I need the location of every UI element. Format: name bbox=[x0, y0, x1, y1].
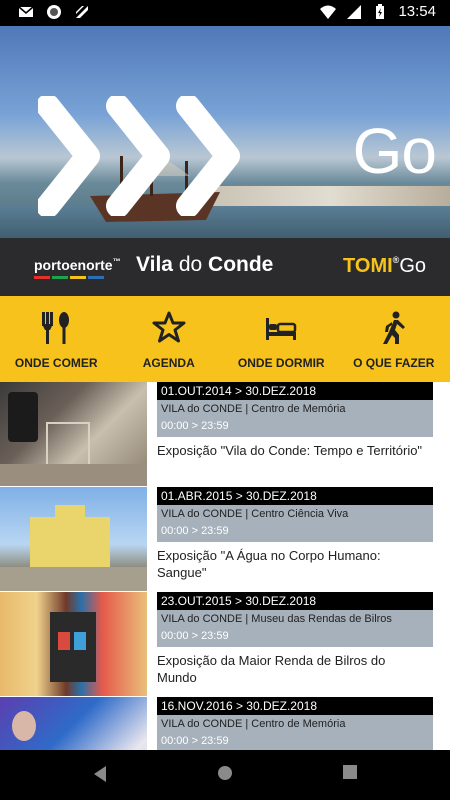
event-time: 00:00 > 23:59 bbox=[157, 629, 433, 647]
nav-onde-comer[interactable]: ONDE COMER bbox=[0, 296, 113, 382]
vila-do-conde-logo: Vila do Conde bbox=[136, 253, 274, 276]
event-item[interactable]: 01.OUT.2014 > 30.DEZ.2018 VILA do CONDE … bbox=[0, 382, 450, 487]
porto-norte-stripes bbox=[34, 276, 121, 279]
nav-label: O QUE FAZER bbox=[353, 356, 435, 370]
event-dates: 01.ABR.2015 > 30.DEZ.2018 bbox=[157, 487, 433, 505]
event-thumbnail bbox=[0, 487, 147, 591]
gmail-icon bbox=[18, 6, 34, 17]
event-item[interactable]: 01.ABR.2015 > 30.DEZ.2018 VILA do CONDE … bbox=[0, 487, 450, 592]
event-location: VILA do CONDE | Centro de Memória bbox=[157, 400, 433, 419]
fork-spoon-icon bbox=[42, 312, 70, 344]
nav-label: ONDE DORMIR bbox=[237, 356, 325, 370]
event-thumbnail bbox=[0, 697, 147, 750]
event-title: Exposição "A Água no Corpo Humano: Sangu… bbox=[157, 548, 381, 580]
event-item[interactable]: 23.OUT.2015 > 30.DEZ.2018 VILA do CONDE … bbox=[0, 592, 450, 697]
recents-icon[interactable] bbox=[343, 765, 357, 779]
event-time: 00:00 > 23:59 bbox=[157, 524, 433, 542]
clock: 13:54 bbox=[398, 3, 436, 20]
event-dates: 01.OUT.2014 > 30.DEZ.2018 bbox=[157, 382, 433, 400]
event-title: Exposição da Maior Renda de Bilros do Mu… bbox=[157, 653, 386, 685]
star-icon bbox=[152, 311, 186, 343]
porto-norte-logo: portoenorte™ bbox=[34, 257, 121, 279]
battery-icon bbox=[376, 3, 385, 19]
event-thumbnail bbox=[0, 592, 147, 696]
bed-icon bbox=[266, 318, 297, 340]
event-location: VILA do CONDE | Museu das Rendas de Bilr… bbox=[157, 610, 433, 629]
event-time: 00:00 > 23:59 bbox=[157, 419, 433, 437]
nav-o-que-fazer[interactable]: O QUE FAZER bbox=[338, 296, 450, 382]
nav-label: ONDE COMER bbox=[14, 356, 98, 370]
nav-onde-dormir[interactable]: ONDE DORMIR bbox=[225, 296, 338, 382]
circle-app-icon bbox=[47, 5, 61, 19]
back-icon[interactable] bbox=[92, 765, 108, 783]
category-nav: ONDE COMER AGENDA ONDE DORMIR O QUE FAZE… bbox=[0, 296, 450, 382]
go-logo-text: Go bbox=[352, 115, 437, 187]
tomi-go-logo: TOMI®Go bbox=[343, 255, 426, 277]
system-navigation-bar bbox=[0, 750, 450, 800]
event-item[interactable]: 16.NOV.2016 > 30.DEZ.2018 VILA do CONDE … bbox=[0, 697, 450, 750]
event-location: VILA do CONDE | Centro de Memória bbox=[157, 715, 433, 734]
event-location: VILA do CONDE | Centro Ciência Viva bbox=[157, 505, 433, 524]
status-bar: 13:54 bbox=[0, 0, 450, 26]
porto-norte-label: portoenorte bbox=[34, 257, 113, 273]
home-icon[interactable] bbox=[217, 765, 233, 781]
hero-banner: Go bbox=[0, 26, 450, 238]
brand-bar: portoenorte™ Vila do Conde TOMI®Go bbox=[0, 238, 450, 296]
event-title: Exposição "Vila do Conde: Tempo e Territ… bbox=[157, 443, 423, 458]
event-dates: 16.NOV.2016 > 30.DEZ.2018 bbox=[157, 697, 433, 715]
nav-label: AGENDA bbox=[142, 356, 195, 370]
event-time: 00:00 > 23:59 bbox=[157, 734, 433, 750]
event-thumbnail bbox=[0, 382, 147, 486]
wifi-icon bbox=[320, 5, 337, 19]
walking-person-icon bbox=[382, 311, 405, 344]
nav-agenda[interactable]: AGENDA bbox=[113, 296, 226, 382]
event-list[interactable]: 01.OUT.2014 > 30.DEZ.2018 VILA do CONDE … bbox=[0, 382, 450, 750]
signal-icon bbox=[347, 4, 362, 19]
feedly-icon bbox=[76, 6, 88, 18]
forward-arrows-logo bbox=[38, 96, 240, 216]
event-dates: 23.OUT.2015 > 30.DEZ.2018 bbox=[157, 592, 433, 610]
